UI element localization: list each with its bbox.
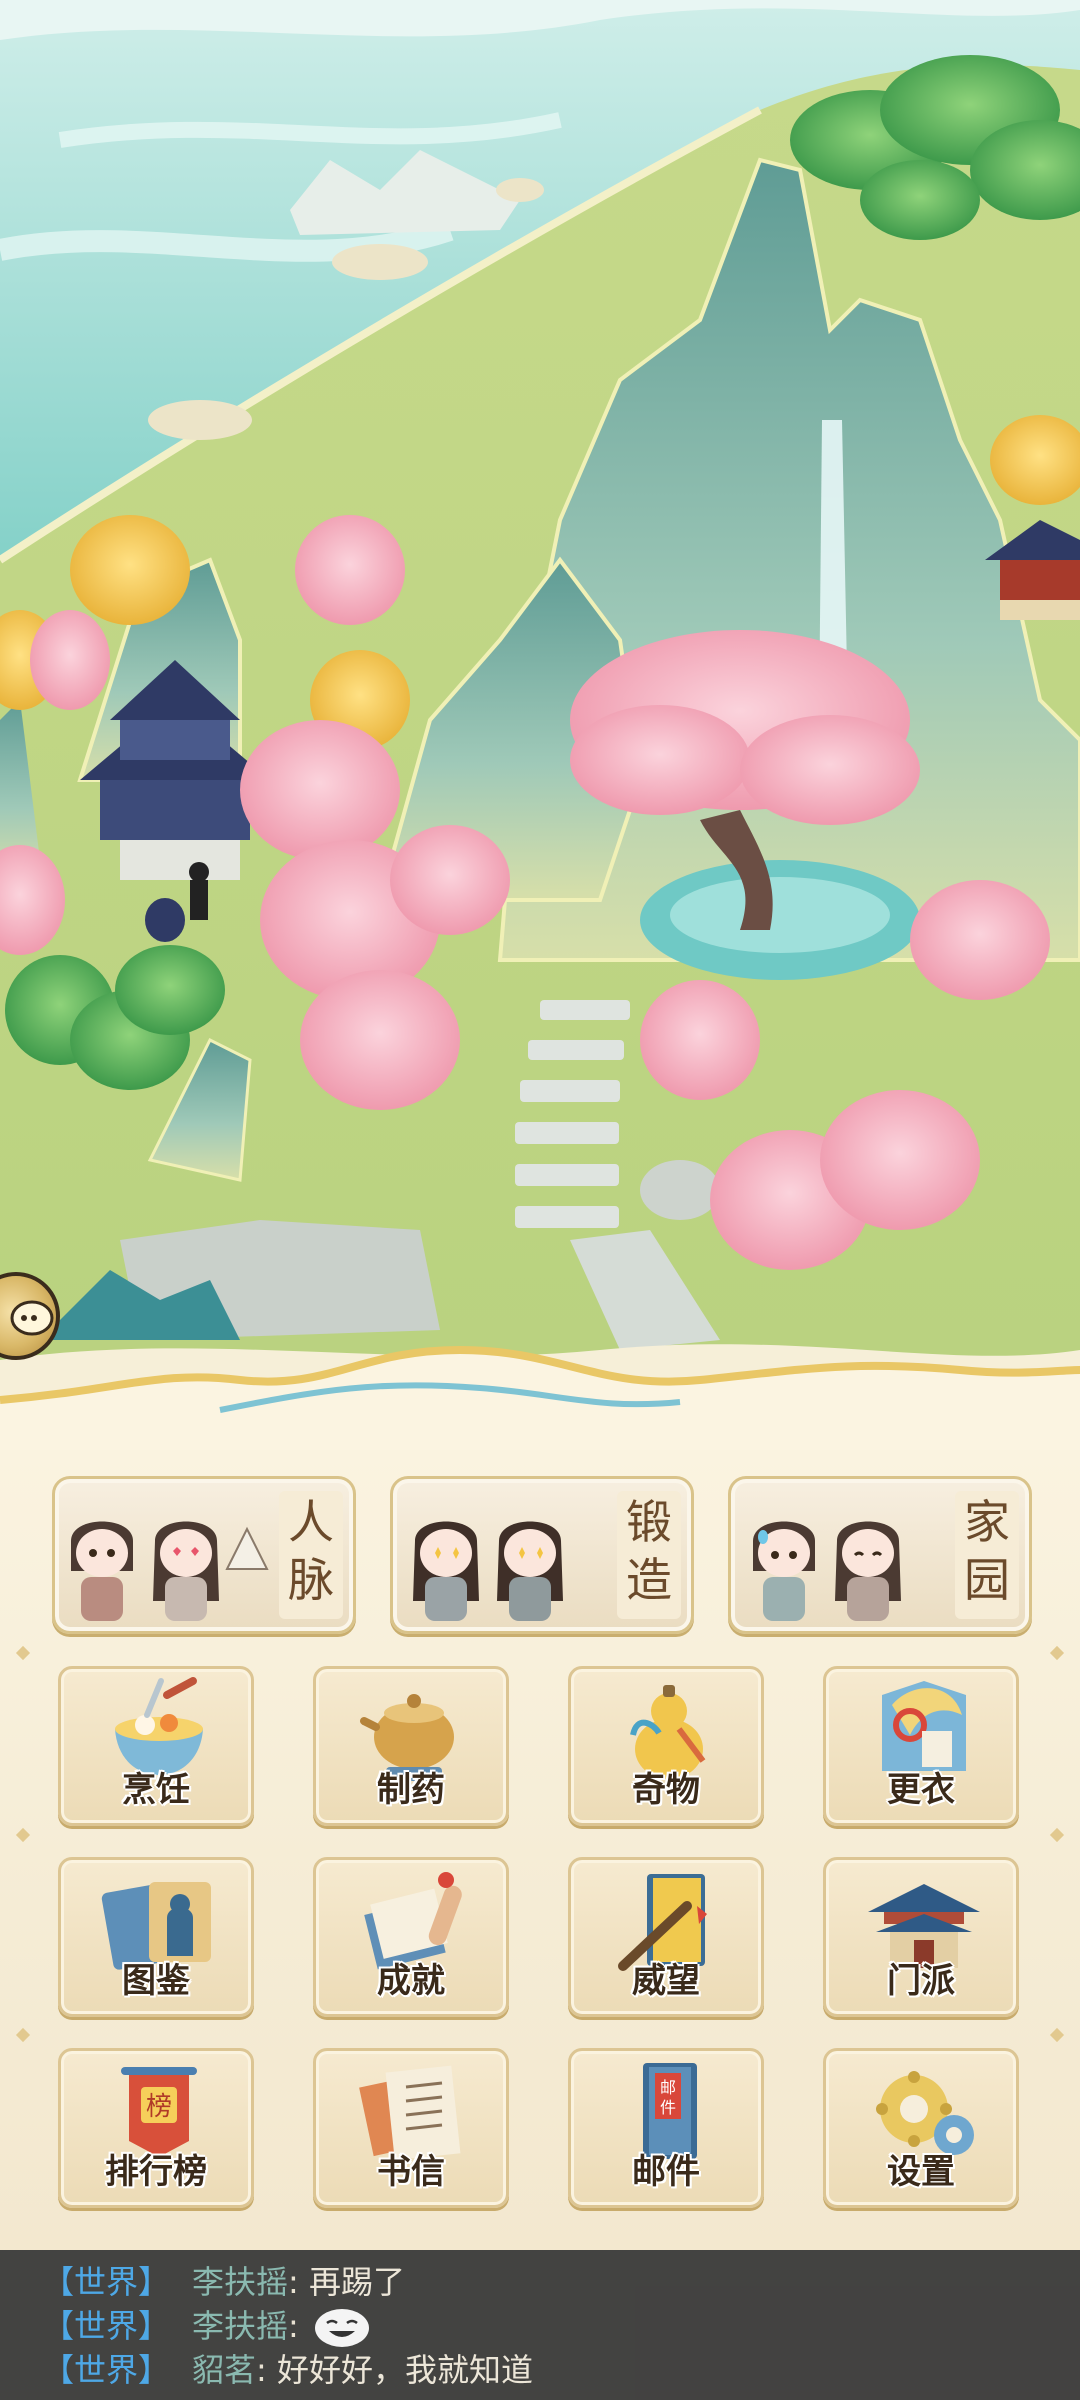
chat-colon: : — [256, 2351, 267, 2389]
chat-sender[interactable]: 貂茗 — [192, 2351, 256, 2389]
chat-text: 好好好，我就知道 — [276, 2351, 533, 2389]
tile-letters[interactable]: 书信 — [313, 2048, 509, 2208]
svg-text:榜: 榜 — [146, 2092, 172, 2122]
chat-channel: 【世界】 — [42, 2351, 171, 2389]
banner-label: 锻造 — [626, 1495, 672, 1607]
world-map-scene[interactable] — [0, 0, 1080, 1420]
chat-text: 再踢了 — [308, 2263, 405, 2301]
banner-jiayuan[interactable]: 家园 — [728, 1476, 1032, 1634]
chat-message[interactable]: 【世界】 李扶摇: — [42, 2304, 369, 2348]
tile-label: 图鉴 — [122, 1961, 190, 2001]
chat-message[interactable]: 【世界】 李扶摇: 再踢了 — [42, 2260, 405, 2304]
chibi-character-icon — [753, 1521, 815, 1621]
chat-colon: : — [288, 2263, 299, 2301]
tile-wardrobe[interactable]: 更衣 — [823, 1666, 1019, 1826]
banner-label: 家园 — [964, 1495, 1010, 1607]
chat-message[interactable]: 【世界】 貂茗: 好好好，我就知道 — [42, 2348, 533, 2392]
tile-medicine[interactable]: 制药 — [313, 1666, 509, 1826]
tile-label: 奇物 — [632, 1770, 700, 1810]
banner-duanzao[interactable]: 锻造 — [390, 1476, 694, 1634]
tile-label: 门派 — [887, 1961, 955, 2001]
chat-channel: 【世界】 — [42, 2263, 171, 2301]
tile-label: 设置 — [887, 2152, 955, 2192]
tile-prestige[interactable]: 威望 — [568, 1857, 764, 2017]
banner-label: 人脉 — [288, 1495, 334, 1607]
tile-mail[interactable]: 邮 件 邮件 — [568, 2048, 764, 2208]
tile-label: 排行榜 — [105, 2152, 207, 2192]
tile-label: 成就 — [377, 1961, 445, 2001]
tile-gallery[interactable]: 图鉴 — [58, 1857, 254, 2017]
banner-renmai[interactable]: 人脉 — [52, 1476, 356, 1634]
tile-label: 烹饪 — [122, 1770, 190, 1810]
chat-sender[interactable]: 李扶摇 — [192, 2307, 288, 2345]
tile-cooking[interactable]: 烹饪 — [58, 1666, 254, 1826]
chibi-character-icon — [497, 1521, 563, 1621]
tile-sect[interactable]: 门派 — [823, 1857, 1019, 2017]
chibi-character-icon — [71, 1521, 133, 1621]
tile-label: 邮件 — [632, 2152, 700, 2192]
tile-label: 更衣 — [887, 1770, 955, 1810]
svg-text:邮: 邮 — [660, 2078, 676, 2097]
chibi-character-icon — [835, 1521, 901, 1621]
grinning-emoji-icon — [314, 2309, 369, 2347]
chibi-character-icon — [413, 1521, 479, 1621]
tile-label: 威望 — [632, 1961, 700, 2001]
world-chat-log[interactable]: 【世界】 李扶摇: 再踢了 【世界】 李扶摇: 【世界】 貂茗: 好好好，我就知道 — [0, 2250, 1080, 2400]
chibi-character-icon — [153, 1521, 219, 1621]
tile-label: 书信 — [377, 2152, 445, 2192]
panel-top-wave-decoration — [0, 1345, 1080, 1450]
tile-achievements[interactable]: 成就 — [313, 1857, 509, 2017]
chat-sender[interactable]: 李扶摇 — [192, 2263, 288, 2301]
tile-label: 制药 — [377, 1770, 445, 1810]
tile-ranking[interactable]: 榜 排行榜 — [58, 2048, 254, 2208]
map-artwork — [0, 0, 1080, 1420]
chat-channel: 【世界】 — [42, 2307, 171, 2345]
svg-text:件: 件 — [660, 2098, 676, 2117]
tile-curios[interactable]: 奇物 — [568, 1666, 764, 1826]
tile-settings[interactable]: 设置 — [823, 2048, 1019, 2208]
fan-icon — [225, 1526, 269, 1570]
chat-colon: : — [288, 2307, 299, 2345]
